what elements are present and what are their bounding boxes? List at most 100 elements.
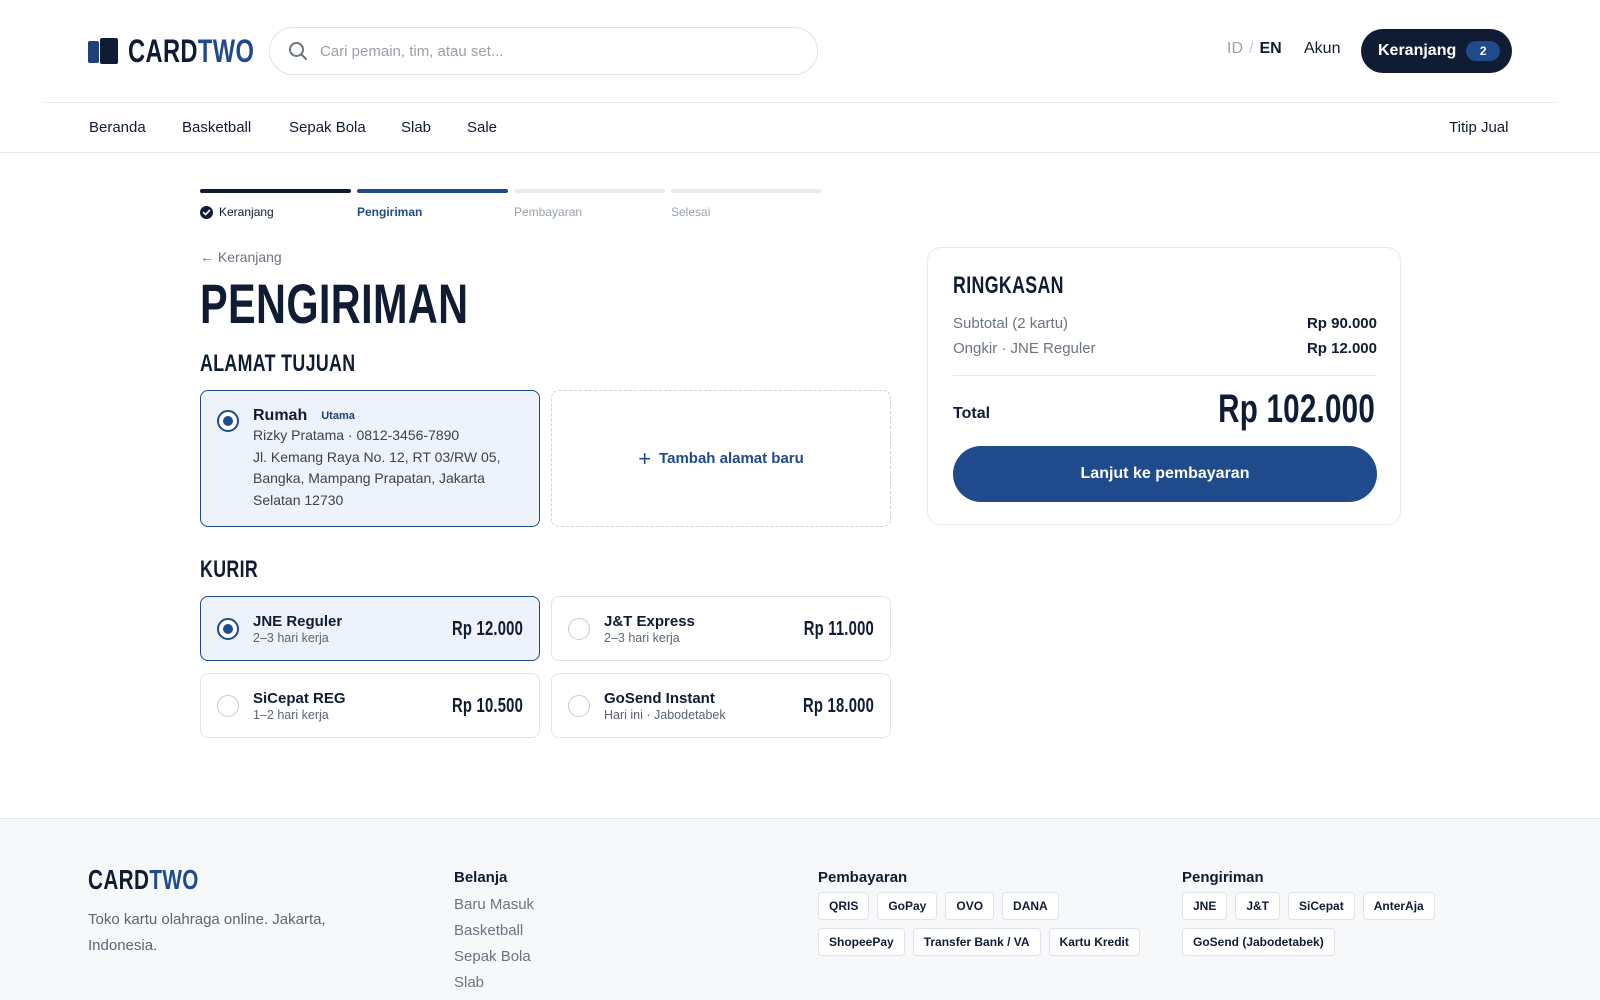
courier-section-title: KURIR <box>200 556 259 583</box>
footer-shop-title: Belanja <box>454 869 508 886</box>
courier-price: Rp 11.000 <box>803 618 874 640</box>
nav-item-basketball[interactable]: Basketball <box>182 119 251 136</box>
logo[interactable]: CARDTWO <box>88 33 299 69</box>
courier-option-jne[interactable]: JNE Reguler 2–3 hari kerja Rp 12.000 <box>200 596 540 661</box>
step-bar <box>671 189 822 193</box>
courier-eta: 1–2 hari kerja <box>253 708 329 722</box>
footer-link-slab[interactable]: Slab <box>454 970 534 996</box>
nav-item-slab[interactable]: Slab <box>401 119 431 136</box>
site-header: CARDTWO ID / EN Akun Keranjang 2 <box>0 0 1600 102</box>
step-pengiriman: Pengiriman <box>357 189 508 219</box>
payment-method-list: QRIS GoPay OVO DANA ShopeePay Transfer B… <box>818 892 1148 956</box>
courier-eta: Hari ini · Jabodetabek <box>604 708 726 722</box>
shipping-chip: J&T <box>1235 892 1281 920</box>
lang-separator: / <box>1249 40 1254 57</box>
radio-icon[interactable] <box>568 695 590 717</box>
radio-icon[interactable] <box>568 618 590 640</box>
address-section-title: ALAMAT TUJUAN <box>200 350 356 377</box>
summary-divider <box>953 375 1377 376</box>
subtotal-label: Subtotal (2 kartu) <box>953 315 1069 332</box>
shipping-chip: AnterAja <box>1362 892 1435 920</box>
nav-item-beranda[interactable]: Beranda <box>89 119 146 136</box>
address-recipient: Rizky Pratama · 0812-3456-7890 <box>253 427 460 443</box>
shipping-method-list: JNE J&T SiCepat AnterAja GoSend (Jabodet… <box>1182 892 1482 956</box>
courier-option-jnt[interactable]: J&T Express 2–3 hari kerja Rp 11.000 <box>551 596 891 661</box>
footer-payment-column: Pembayaran QRIS GoPay OVO DANA ShopeePay… <box>818 869 1148 956</box>
language-switcher: ID / EN <box>1227 40 1282 58</box>
summary-title: RINGKASAN <box>953 272 1064 299</box>
logo-mark-icon <box>88 38 118 64</box>
address-name: Rumah Utama <box>253 407 355 425</box>
subtotal-value: Rp 90.000 <box>1306 315 1377 332</box>
courier-option-sicepat[interactable]: SiCepat REG 1–2 hari kerja Rp 10.500 <box>200 673 540 738</box>
account-link[interactable]: Akun <box>1304 40 1340 58</box>
step-bar <box>514 189 665 193</box>
courier-name: J&T Express <box>604 613 695 630</box>
footer-link-sepak-bola[interactable]: Sepak Bola <box>454 944 534 970</box>
shipping-chip: JNE <box>1182 892 1228 920</box>
courier-name: SiCepat REG <box>253 690 346 707</box>
nav-item-sale[interactable]: Sale <box>467 119 497 136</box>
total-label: Total <box>953 405 991 422</box>
nav-item-titip-jual[interactable]: Titip Jual <box>1449 119 1508 136</box>
address-label: Rumah <box>253 407 308 424</box>
logo-text: CARDTWO <box>128 33 255 69</box>
site-footer: CARDTWO Toko kartu olahraga online. Jaka… <box>0 818 1600 1000</box>
radio-icon[interactable] <box>217 618 239 640</box>
radio-icon[interactable] <box>217 410 239 432</box>
address-card-rumah[interactable]: Rumah Utama Rizky Pratama · 0812-3456-78… <box>200 390 540 527</box>
plus-icon: + <box>638 445 652 471</box>
courier-name: JNE Reguler <box>253 613 343 630</box>
courier-price: Rp 10.500 <box>451 695 523 717</box>
total-value: Rp 102.000 <box>1218 387 1375 431</box>
step-label: Selesai <box>671 205 711 219</box>
payment-chip: Transfer Bank / VA <box>912 928 1041 956</box>
payment-chip: OVO <box>945 892 995 920</box>
lang-id-option[interactable]: ID <box>1227 40 1243 58</box>
footer-shipping-column: Pengiriman JNE J&T SiCepat AnterAja GoSe… <box>1182 869 1482 956</box>
footer-shop-column: Belanja Baru Masuk Basketball Sepak Bola… <box>454 869 534 996</box>
courier-eta: 2–3 hari kerja <box>604 631 680 645</box>
step-bar <box>200 189 351 193</box>
search-bar[interactable] <box>269 27 818 75</box>
address-details: Rizky Pratama · 0812-3456-7890 Jl. Keman… <box>253 425 523 511</box>
footer-description: Toko kartu olahraga online. Jakarta, Ind… <box>88 911 326 954</box>
page-title: PENGIRIMAN <box>200 272 469 335</box>
courier-option-gosend[interactable]: GoSend Instant Hari ini · Jabodetabek Rp… <box>551 673 891 738</box>
search-input[interactable] <box>320 42 780 60</box>
address-primary-badge: Utama <box>321 410 355 422</box>
payment-chip: DANA <box>1002 892 1059 920</box>
footer-shipping-title: Pengiriman <box>1182 869 1264 886</box>
shipping-label: Ongkir · JNE Reguler <box>953 340 1096 357</box>
summary-subtotal-row: Subtotal (2 kartu) Rp 90.000 <box>953 315 1377 332</box>
cart-button[interactable]: Keranjang 2 <box>1361 29 1512 73</box>
summary-shipping-row: Ongkir · JNE Reguler Rp 12.000 <box>953 340 1377 357</box>
radio-icon[interactable] <box>217 695 239 717</box>
nav-item-sepak-bola[interactable]: Sepak Bola <box>289 119 366 136</box>
footer-link-baru-masuk[interactable]: Baru Masuk <box>454 892 534 918</box>
main-nav: Beranda Basketball Sepak Bola Slab Sale … <box>0 103 1600 153</box>
footer-logo[interactable]: CARDTWO <box>88 865 199 895</box>
add-address-label: Tambah alamat baru <box>659 450 804 467</box>
add-address-button[interactable]: + Tambah alamat baru <box>551 390 891 527</box>
payment-chip: ShopeePay <box>818 928 905 956</box>
courier-price: Rp 18.000 <box>802 695 874 717</box>
order-summary: RINGKASAN Subtotal (2 kartu) Rp 90.000 O… <box>927 247 1401 525</box>
step-label: Keranjang <box>219 205 274 219</box>
footer-payment-title: Pembayaran <box>818 869 908 886</box>
step-keranjang[interactable]: Keranjang <box>200 189 351 219</box>
courier-eta: 2–3 hari kerja <box>253 631 329 645</box>
cart-label: Keranjang <box>1378 42 1457 59</box>
shipping-value: Rp 12.000 <box>1306 340 1377 357</box>
courier-price: Rp 12.000 <box>451 618 523 640</box>
lang-en-option[interactable]: EN <box>1259 40 1281 58</box>
search-icon <box>289 42 307 60</box>
continue-to-payment-button[interactable]: Lanjut ke pembayaran <box>953 446 1377 502</box>
step-label: Pembayaran <box>514 205 583 219</box>
shipping-chip: GoSend (Jabodetabek) <box>1182 928 1335 956</box>
back-to-cart-link[interactable]: ← Keranjang <box>200 249 282 265</box>
check-icon <box>200 205 213 219</box>
footer-link-basketball[interactable]: Basketball <box>454 918 534 944</box>
courier-name: GoSend Instant <box>604 690 715 707</box>
shipping-chip: SiCepat <box>1288 892 1355 920</box>
